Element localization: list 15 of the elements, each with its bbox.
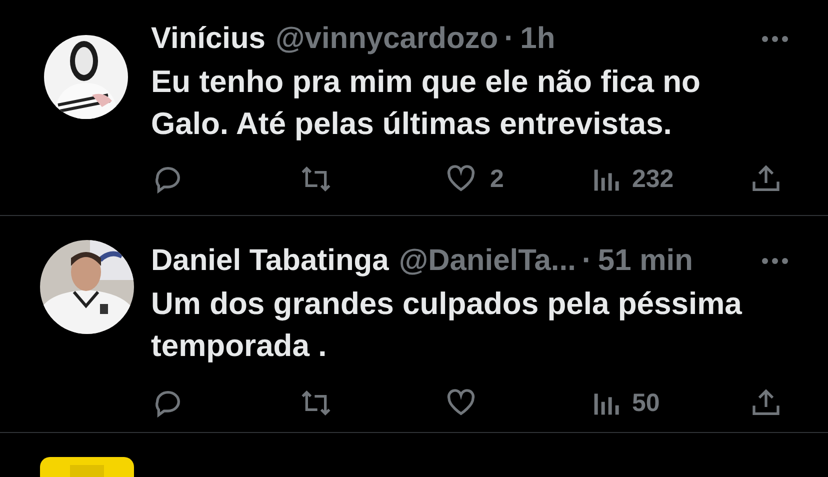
views-button[interactable]: 50 [592, 388, 660, 418]
tweet-text: Um dos grandes culpados pela péssima temporada . [151, 285, 743, 366]
author-handle[interactable]: @vinnycardozo [276, 22, 498, 56]
separator-dot: · [504, 22, 514, 56]
views-button[interactable]: 232 [592, 164, 674, 194]
more-icon[interactable] [762, 258, 788, 264]
author-name[interactable]: Vinícius [151, 22, 266, 56]
author-handle[interactable]: @DanielTa... [398, 244, 576, 278]
tweet-time[interactable]: 51 min [598, 244, 693, 278]
like-button[interactable]: 2 [444, 163, 504, 195]
tweet-text: Eu tenho pra mim que ele não fica no Galo. Até pelas últimas entrevistas. [151, 63, 702, 143]
more-icon[interactable] [762, 36, 788, 42]
author-name[interactable]: Daniel Tabatinga [151, 244, 389, 278]
separator-dot: · [582, 244, 592, 278]
tweet-time[interactable]: 1h [520, 22, 556, 56]
